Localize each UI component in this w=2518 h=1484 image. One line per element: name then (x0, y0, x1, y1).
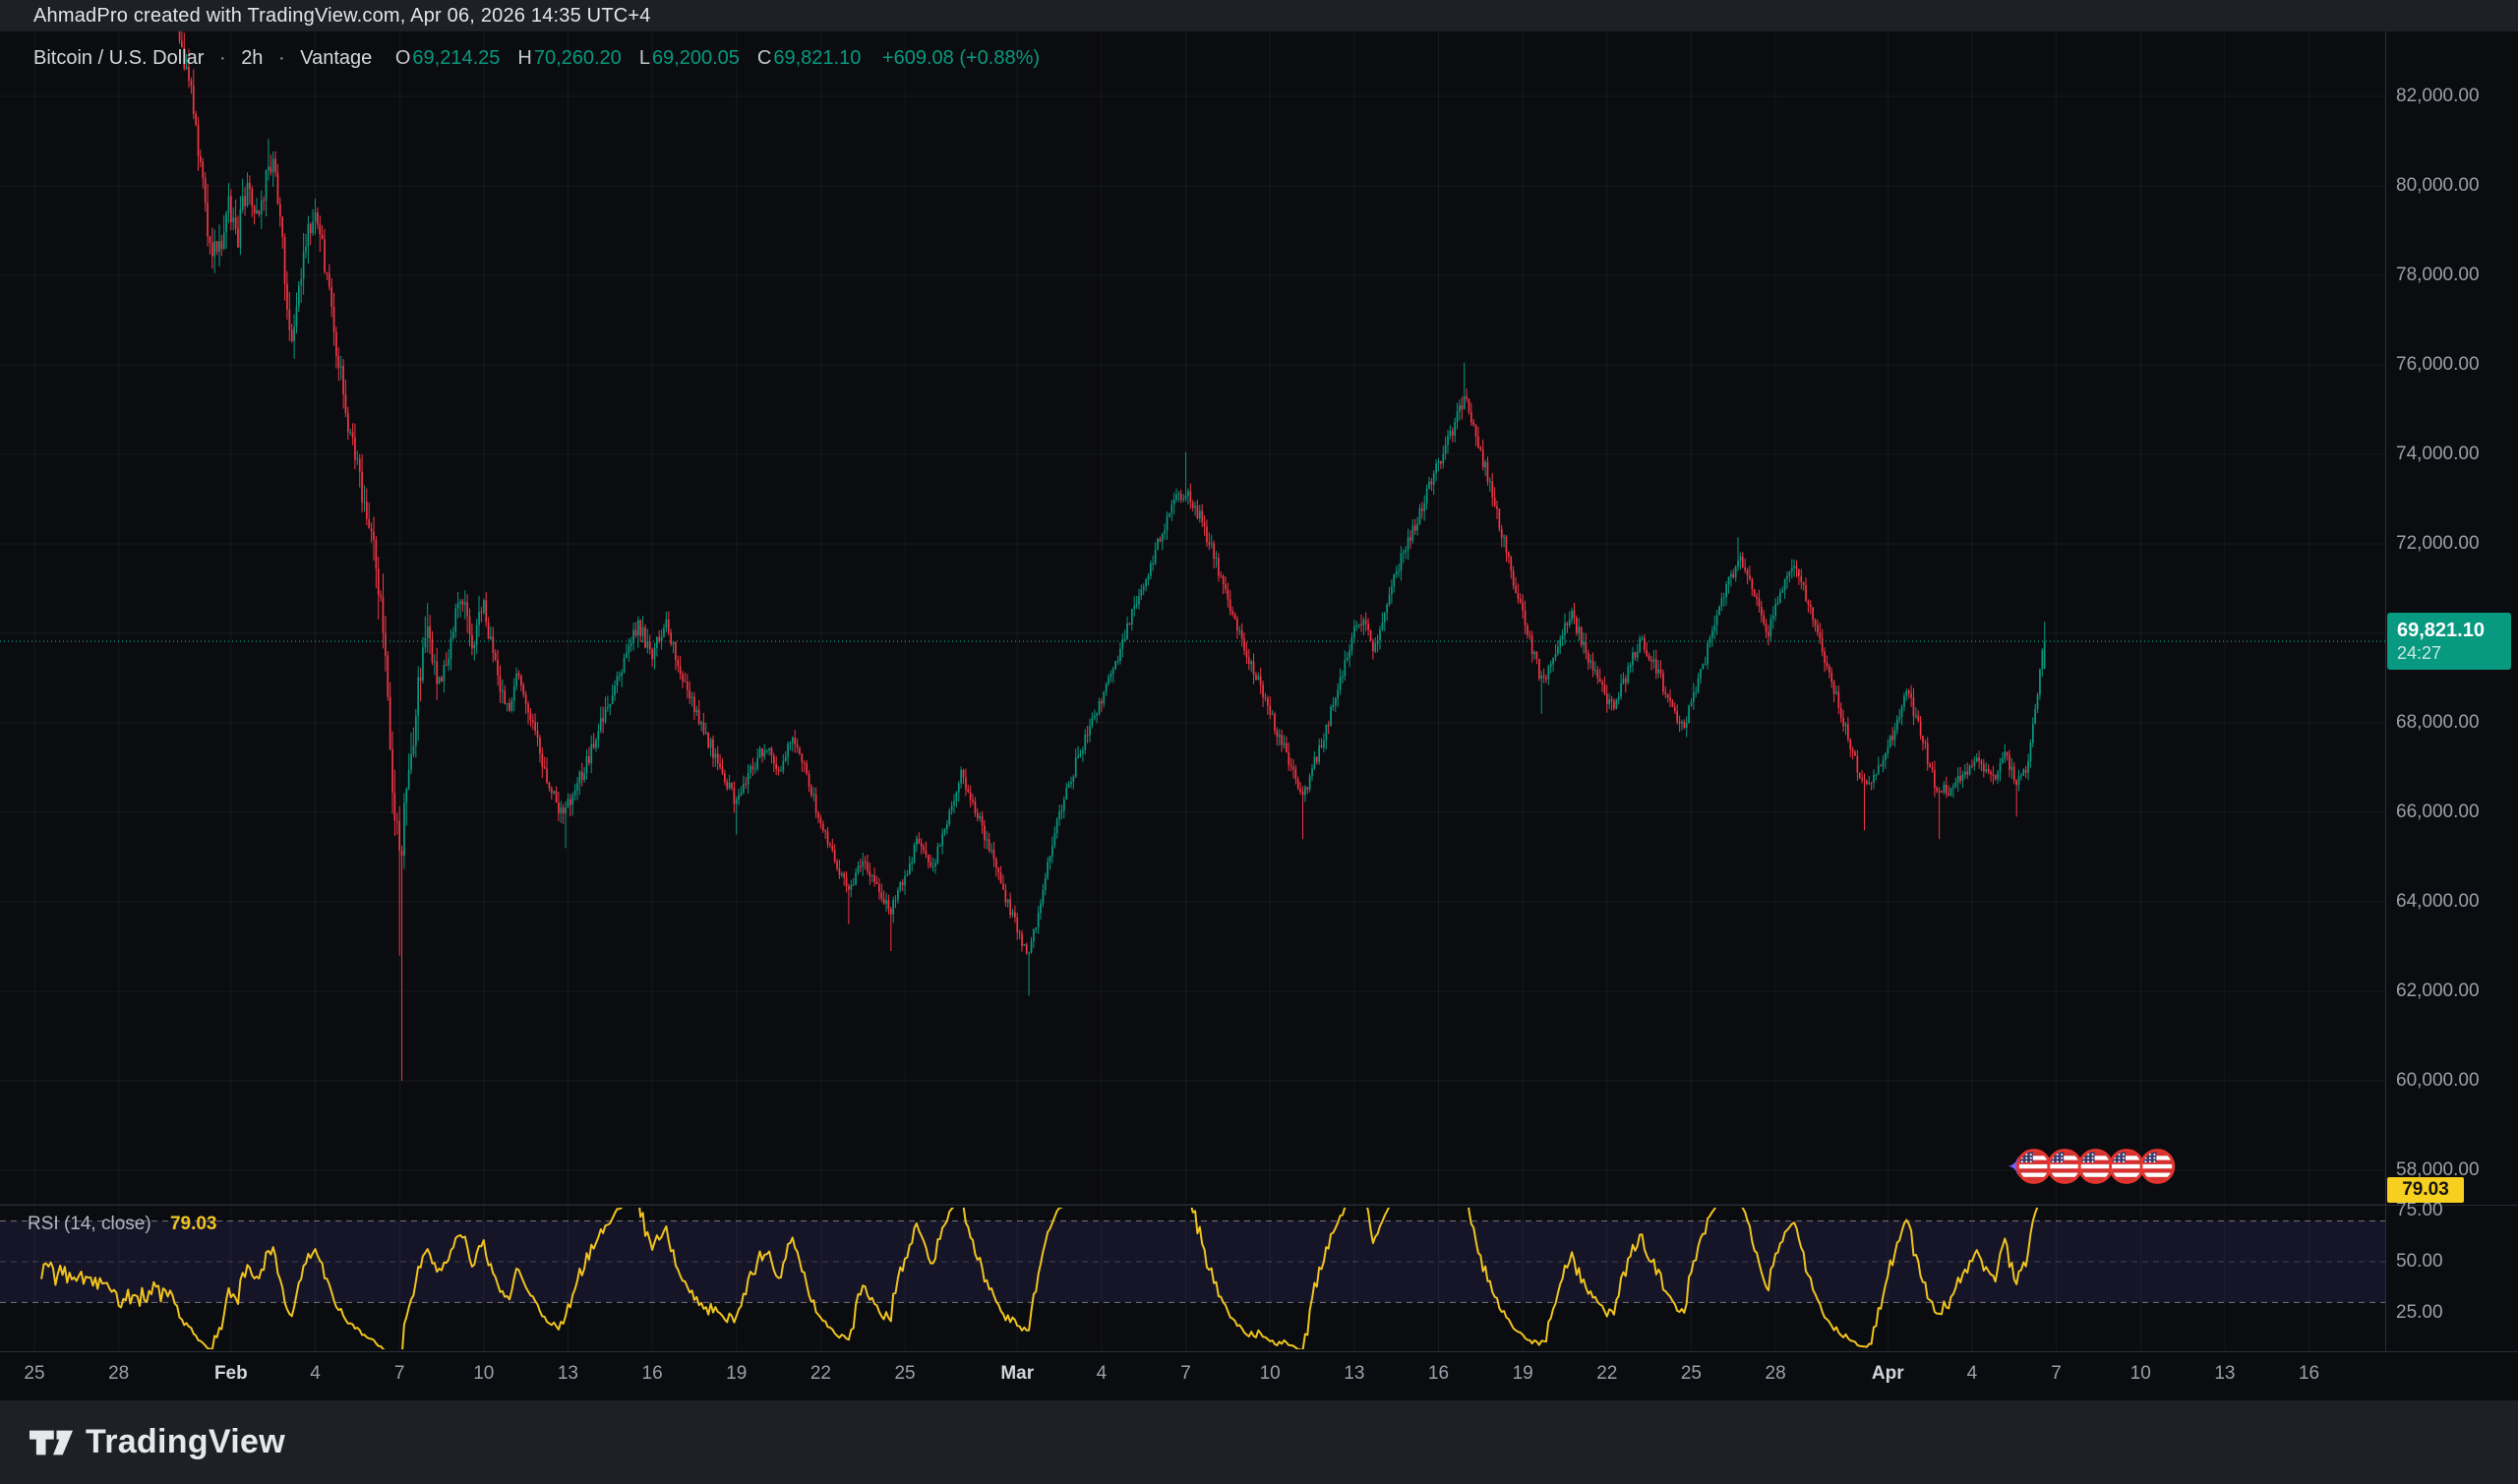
rsi-legend[interactable]: RSI (14, close) 79.03 (28, 1214, 216, 1235)
ohlc-values: O69,214.25 H70,260.20 L69,200.05 C69,821.10 (378, 47, 862, 69)
ohlc-letter: C (757, 47, 771, 69)
tradingview-logo[interactable]: TradingView (30, 1423, 285, 1462)
us-flag-event-icon[interactable] (2079, 1151, 2112, 1183)
time-tick-label: Mar (1000, 1363, 1034, 1385)
ohlc-value: 69,214.25 (412, 47, 500, 69)
time-tick-label: 4 (1967, 1363, 1978, 1385)
pane-separator[interactable] (0, 1205, 2518, 1206)
legend-separator-1: · (219, 47, 226, 69)
price-tick-label: 74,000.00 (2396, 444, 2480, 465)
price-tick-label: 76,000.00 (2396, 354, 2480, 376)
change-value: +609.08 (+0.88%) (882, 47, 1040, 69)
attribution-text: AhmadPro created with TradingView.com, A… (33, 5, 651, 28)
time-tick-label: 25 (1681, 1363, 1702, 1385)
last-price-value: 69,821.10 (2397, 619, 2511, 642)
price-axis[interactable]: 69,821.10 24:27 79.03 82,000.00 80,000.00… (2385, 31, 2518, 1351)
time-axis[interactable]: 25 28 Feb 4 7 10 13 16 19 22 25 Mar 4 7 10 13 16 19 22 25 28… (0, 1351, 2518, 1401)
time-tick-label: 22 (810, 1363, 831, 1385)
ohlc-value: 70,260.20 (534, 47, 622, 69)
price-tick-label: 68,000.00 (2396, 712, 2480, 734)
tradingview-snapshot: AhmadPro created with TradingView.com, A… (0, 0, 2518, 1484)
rsi-tick-label: 75.00 (2396, 1200, 2443, 1221)
time-tick-label: 19 (726, 1363, 747, 1385)
price-chart-canvas[interactable]: ✦ (0, 31, 2385, 1351)
rsi-tick-label: 25.00 (2396, 1302, 2443, 1324)
symbol-name[interactable]: Bitcoin / U.S. Dollar (33, 47, 204, 69)
time-tick-label: 4 (1097, 1363, 1108, 1385)
bar-countdown: 24:27 (2397, 642, 2511, 664)
price-tick-label: 62,000.00 (2396, 980, 2480, 1002)
ohlc-letter: O (395, 47, 411, 69)
candlestick-series[interactable] (179, 31, 2046, 1081)
ohlc-letter: H (517, 47, 531, 69)
last-price-label: 69,821.10 24:27 (2387, 613, 2511, 670)
time-tick-label: Apr (1872, 1363, 1904, 1385)
us-flag-event-icon[interactable] (2017, 1151, 2050, 1183)
time-tick-label: 4 (310, 1363, 321, 1385)
time-tick-label: 16 (2299, 1363, 2319, 1385)
time-tick-label: 28 (108, 1363, 129, 1385)
time-tick-label: 16 (642, 1363, 663, 1385)
price-tick-label: 64,000.00 (2396, 891, 2480, 913)
footer-bar: TradingView (0, 1400, 2518, 1484)
time-tick-label: 25 (24, 1363, 44, 1385)
rsi-tick-label: 50.00 (2396, 1251, 2443, 1273)
rsi-current-value: 79.03 (170, 1214, 217, 1234)
tradingview-logo-text: TradingView (86, 1423, 285, 1461)
time-tick-label: Feb (214, 1363, 248, 1385)
time-tick-label: 7 (1180, 1363, 1191, 1385)
time-tick-label: 13 (2214, 1363, 2235, 1385)
time-tick-label: 16 (1428, 1363, 1449, 1385)
time-tick-label: 10 (473, 1363, 494, 1385)
time-tick-label: 25 (894, 1363, 915, 1385)
time-tick-label: 10 (1260, 1363, 1281, 1385)
chart-area[interactable]: ✦ (0, 31, 2385, 1351)
time-tick-label: 10 (2130, 1363, 2151, 1385)
time-tick-label: 13 (1344, 1363, 1364, 1385)
time-tick-label: 13 (558, 1363, 578, 1385)
price-tick-label: 72,000.00 (2396, 533, 2480, 555)
price-tick-label: 66,000.00 (2396, 801, 2480, 823)
source-label[interactable]: Vantage (300, 47, 372, 69)
us-flag-event-icon[interactable] (2141, 1151, 2174, 1183)
attribution-bar: AhmadPro created with TradingView.com, A… (0, 0, 2518, 31)
ohlc-value: 69,200.05 (652, 47, 740, 69)
ohlc-value: 69,821.10 (773, 47, 861, 69)
us-flag-event-icon[interactable] (2049, 1151, 2081, 1183)
time-tick-label: 7 (394, 1363, 405, 1385)
price-tick-label: 78,000.00 (2396, 265, 2480, 286)
symbol-legend[interactable]: Bitcoin / U.S. Dollar · 2h · Vantage O69… (33, 47, 1040, 70)
time-tick-label: 28 (1766, 1363, 1786, 1385)
legend-separator-2: · (278, 47, 285, 69)
price-tick-label: 82,000.00 (2396, 86, 2480, 107)
time-tick-label: 22 (1596, 1363, 1617, 1385)
interval-label[interactable]: 2h (241, 47, 263, 69)
event-markers[interactable]: ✦ (2006, 1151, 2173, 1183)
price-tick-label: 80,000.00 (2396, 175, 2480, 197)
time-tick-label: 19 (1513, 1363, 1533, 1385)
ohlc-letter: L (639, 47, 650, 69)
time-tick-label: 7 (2051, 1363, 2062, 1385)
price-tick-label: 60,000.00 (2396, 1070, 2480, 1092)
rsi-title[interactable]: RSI (14, close) (28, 1214, 151, 1234)
tradingview-logo-mark (30, 1423, 73, 1462)
rsi-value-label: 79.03 (2387, 1177, 2464, 1203)
us-flag-event-icon[interactable] (2110, 1151, 2142, 1183)
